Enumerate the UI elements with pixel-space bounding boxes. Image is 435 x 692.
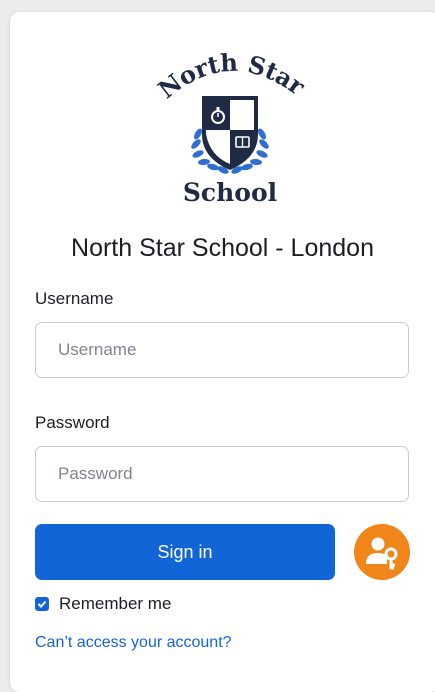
password-label: Password	[35, 413, 110, 432]
username-label: Username	[35, 289, 114, 308]
school-logo: North Star School	[140, 42, 320, 212]
person-key-icon	[366, 537, 398, 570]
remember-me-label: Remember me	[59, 594, 172, 613]
remember-me-checkbox[interactable]: Remember me	[35, 594, 171, 614]
passkey-sign-in-button[interactable]	[354, 524, 410, 580]
sign-in-button[interactable]: Sign in	[35, 524, 335, 580]
cant-access-account-link[interactable]: Can’t access your account?	[35, 634, 232, 652]
logo-arc-text: North Star	[153, 48, 311, 105]
username-input[interactable]	[35, 322, 409, 378]
page-title: North Star School - London	[71, 234, 374, 262]
checkbox-checked-icon[interactable]	[35, 597, 49, 611]
logo-school-text: School	[182, 178, 278, 207]
password-input[interactable]	[35, 446, 409, 502]
login-card: North Star School North Star School - Lo…	[10, 12, 435, 692]
